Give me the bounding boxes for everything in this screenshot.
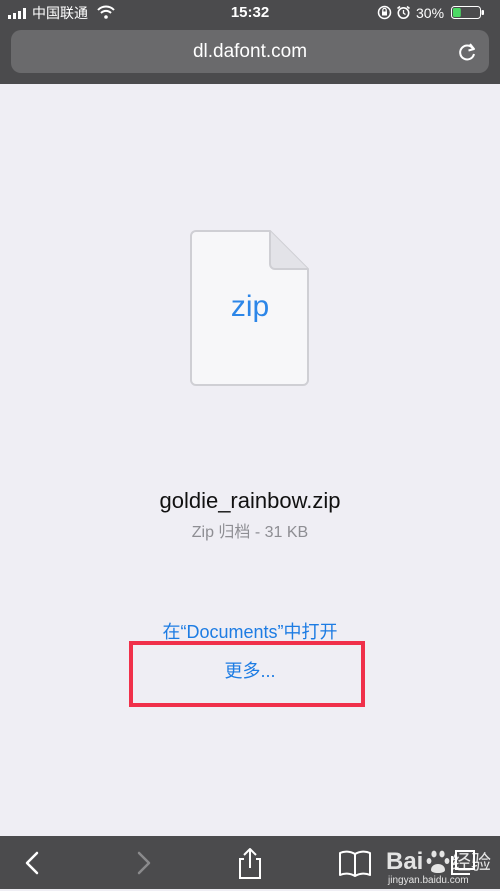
bookmarks-icon[interactable]	[338, 846, 372, 880]
share-icon[interactable]	[233, 846, 267, 880]
file-name: goldie_rainbow.zip	[159, 488, 341, 513]
baidu-jingyan-watermark: Bai 经验 jingyan.baidu.com	[382, 842, 494, 886]
url-text: dl.dafont.com	[192, 41, 308, 62]
forward-icon[interactable]	[126, 846, 160, 880]
battery-icon	[451, 6, 484, 19]
alarm-icon	[397, 5, 410, 19]
rotation-lock-icon	[377, 5, 392, 20]
browser-top-bar: 中国联通 15:32 30% dl.dafont.com	[0, 0, 500, 84]
status-bar: 中国联通 15:32 30%	[0, 0, 500, 26]
svg-text:Bai: Bai	[386, 848, 423, 875]
more-options-link[interactable]: 更多...	[0, 658, 500, 684]
battery-percentage: 30%	[416, 5, 445, 21]
address-bar[interactable]: dl.dafont.com	[11, 30, 489, 73]
baidu-logo: Bai 经验 jingyan.baidu.com	[386, 848, 491, 886]
file-meta: Zip 归档 - 31 KB	[191, 524, 309, 541]
file-extension-label: zip	[230, 290, 270, 323]
svg-text:经验: 经验	[451, 850, 491, 874]
reload-icon[interactable]	[457, 41, 478, 62]
back-icon[interactable]	[16, 846, 50, 880]
svg-text:jingyan.baidu.com: jingyan.baidu.com	[387, 875, 469, 886]
